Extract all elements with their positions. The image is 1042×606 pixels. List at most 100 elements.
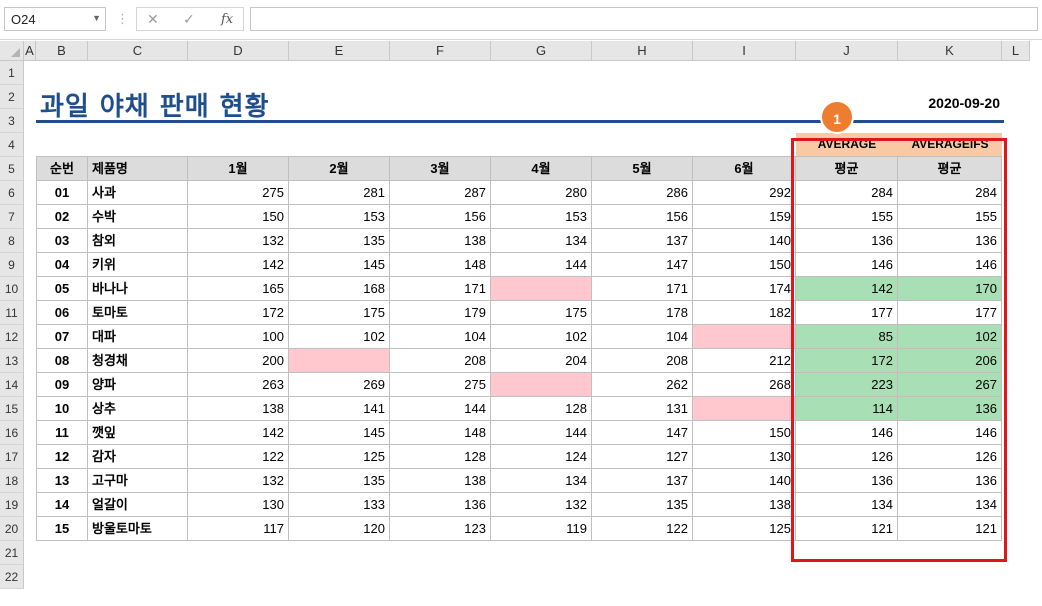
table-cell[interactable]: 상추 xyxy=(88,397,188,421)
table-cell[interactable] xyxy=(693,397,796,421)
table-cell[interactable]: 137 xyxy=(592,469,693,493)
table-cell[interactable]: 07 xyxy=(36,325,88,349)
column-header-k[interactable]: K xyxy=(898,41,1002,61)
table-cell[interactable]: 286 xyxy=(592,181,693,205)
table-cell[interactable]: 212 xyxy=(693,349,796,373)
table-cell[interactable]: 123 xyxy=(390,517,491,541)
table-cell[interactable]: 138 xyxy=(693,493,796,517)
table-cell[interactable]: 124 xyxy=(491,445,592,469)
enter-icon[interactable]: ✓ xyxy=(183,11,195,28)
chevron-down-icon[interactable]: ▼ xyxy=(92,13,101,23)
table-cell[interactable]: 08 xyxy=(36,349,88,373)
table-cell[interactable]: 142 xyxy=(188,421,289,445)
row-header-3[interactable]: 3 xyxy=(0,109,24,133)
select-all-button[interactable] xyxy=(0,41,24,61)
table-cell[interactable]: 05 xyxy=(36,277,88,301)
table-cell[interactable]: 171 xyxy=(390,277,491,301)
row-header-4[interactable]: 4 xyxy=(0,133,24,157)
table-cell[interactable]: 100 xyxy=(188,325,289,349)
name-box[interactable]: O24 ▼ xyxy=(4,7,106,31)
table-cell[interactable]: 06 xyxy=(36,301,88,325)
table-cell[interactable]: 134 xyxy=(491,469,592,493)
column-header-i[interactable]: I xyxy=(693,41,796,61)
table-cell[interactable]: 125 xyxy=(693,517,796,541)
table-cell[interactable]: 10 xyxy=(36,397,88,421)
table-cell[interactable]: 132 xyxy=(491,493,592,517)
table-cell[interactable]: 104 xyxy=(390,325,491,349)
row-header-19[interactable]: 19 xyxy=(0,493,24,517)
table-cell[interactable]: 135 xyxy=(592,493,693,517)
table-cell[interactable]: 208 xyxy=(390,349,491,373)
column-header-h[interactable]: H xyxy=(592,41,693,61)
table-cell[interactable]: 175 xyxy=(491,301,592,325)
row-header-18[interactable]: 18 xyxy=(0,469,24,493)
table-cell[interactable]: 168 xyxy=(289,277,390,301)
row-header-22[interactable]: 22 xyxy=(0,565,24,589)
row-header-20[interactable]: 20 xyxy=(0,517,24,541)
table-cell[interactable]: 수박 xyxy=(88,205,188,229)
table-cell[interactable]: 142 xyxy=(188,253,289,277)
table-cell[interactable]: 104 xyxy=(592,325,693,349)
table-cell[interactable]: 141 xyxy=(289,397,390,421)
table-cell[interactable]: 182 xyxy=(693,301,796,325)
table-cell[interactable]: 138 xyxy=(390,469,491,493)
table-cell[interactable] xyxy=(491,373,592,397)
table-cell[interactable]: 275 xyxy=(188,181,289,205)
table-cell[interactable]: 09 xyxy=(36,373,88,397)
table-cell[interactable]: 02 xyxy=(36,205,88,229)
table-cell[interactable]: 148 xyxy=(390,253,491,277)
column-header-c[interactable]: C xyxy=(88,41,188,61)
row-header-15[interactable]: 15 xyxy=(0,397,24,421)
table-cell[interactable]: 청경채 xyxy=(88,349,188,373)
table-header-cell[interactable]: 3월 xyxy=(390,156,491,181)
column-header-a[interactable]: A xyxy=(24,41,36,61)
table-cell[interactable]: 134 xyxy=(491,229,592,253)
table-cell[interactable]: 바나나 xyxy=(88,277,188,301)
table-cell[interactable]: 138 xyxy=(390,229,491,253)
table-cell[interactable]: 132 xyxy=(188,469,289,493)
more-options-icon[interactable]: ⋮ xyxy=(116,11,129,27)
table-cell[interactable]: 136 xyxy=(390,493,491,517)
table-cell[interactable]: 208 xyxy=(592,349,693,373)
table-cell[interactable]: 130 xyxy=(188,493,289,517)
table-cell[interactable]: 04 xyxy=(36,253,88,277)
table-cell[interactable]: 153 xyxy=(491,205,592,229)
table-cell[interactable]: 287 xyxy=(390,181,491,205)
table-cell[interactable]: 128 xyxy=(491,397,592,421)
table-cell[interactable]: 172 xyxy=(188,301,289,325)
row-header-1[interactable]: 1 xyxy=(0,61,24,85)
row-header-14[interactable]: 14 xyxy=(0,373,24,397)
row-header-16[interactable]: 16 xyxy=(0,421,24,445)
table-header-cell[interactable]: 1월 xyxy=(188,156,289,181)
table-cell[interactable]: 147 xyxy=(592,253,693,277)
table-cell[interactable]: 147 xyxy=(592,421,693,445)
row-header-9[interactable]: 9 xyxy=(0,253,24,277)
table-cell[interactable]: 159 xyxy=(693,205,796,229)
table-cell[interactable]: 133 xyxy=(289,493,390,517)
report-date[interactable]: 2020-09-20 xyxy=(900,95,1000,111)
row-header-8[interactable]: 8 xyxy=(0,229,24,253)
table-cell[interactable]: 120 xyxy=(289,517,390,541)
table-cell[interactable]: 감자 xyxy=(88,445,188,469)
table-cell[interactable]: 150 xyxy=(188,205,289,229)
table-cell[interactable]: 대파 xyxy=(88,325,188,349)
table-cell[interactable]: 127 xyxy=(592,445,693,469)
table-cell[interactable]: 262 xyxy=(592,373,693,397)
table-cell[interactable]: 사과 xyxy=(88,181,188,205)
table-cell[interactable]: 키위 xyxy=(88,253,188,277)
row-header-21[interactable]: 21 xyxy=(0,541,24,565)
table-header-cell[interactable]: 5월 xyxy=(592,156,693,181)
row-header-17[interactable]: 17 xyxy=(0,445,24,469)
formula-input[interactable] xyxy=(250,7,1038,31)
table-cell[interactable]: 269 xyxy=(289,373,390,397)
table-cell[interactable]: 14 xyxy=(36,493,88,517)
table-cell[interactable]: 11 xyxy=(36,421,88,445)
table-cell[interactable] xyxy=(491,277,592,301)
row-header-5[interactable]: 5 xyxy=(0,157,24,181)
table-cell[interactable]: 263 xyxy=(188,373,289,397)
row-header-13[interactable]: 13 xyxy=(0,349,24,373)
table-cell[interactable]: 01 xyxy=(36,181,88,205)
table-cell[interactable]: 144 xyxy=(491,253,592,277)
table-cell[interactable]: 135 xyxy=(289,229,390,253)
table-cell[interactable]: 토마토 xyxy=(88,301,188,325)
